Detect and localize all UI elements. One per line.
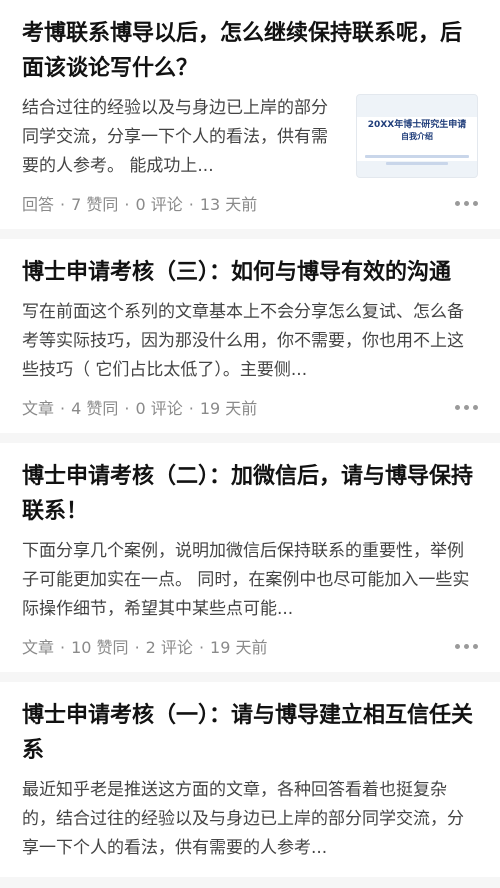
feed-card[interactable]: 博士申请考核（二）：加微信后，请与博导保持联系！ 下面分享几个案例，说明加微信后… — [0, 443, 500, 672]
card-excerpt[interactable]: 写在前面这个系列的文章基本上不会分享怎么复试、怎么备考等实际技巧，因为那没什么用… — [22, 298, 478, 385]
feed-card[interactable]: 博士申请考核（三）：如何与博导有效的沟通 写在前面这个系列的文章基本上不会分享怎… — [0, 239, 500, 433]
card-meta: 回答 · 7 赞同 · 0 评论 · 13 天前 — [22, 191, 478, 215]
card-excerpt[interactable]: 结合过往的经验以及与身边已上岸的部分同学交流，分享一下个人的看法，供有需要的人参… — [22, 94, 342, 181]
meta-separator: · — [188, 399, 194, 418]
content-type: 文章 — [22, 399, 55, 418]
thumbnail-title: 20XX年博士研究生申请 — [367, 120, 467, 130]
card-title[interactable]: 博士申请考核（三）：如何与博导有效的沟通 — [22, 255, 478, 290]
card-title[interactable]: 考博联系博导以后，怎么继续保持联系呢，后面该谈论写什么？ — [22, 16, 478, 86]
meta-separator: · — [134, 638, 140, 657]
card-body: 结合过往的经验以及与身边已上岸的部分同学交流，分享一下个人的看法，供有需要的人参… — [22, 94, 478, 181]
more-options-icon[interactable] — [449, 401, 478, 414]
thumbnail-subtitle: 自我介绍 — [401, 132, 433, 141]
card-body: 下面分享几个案例，说明加微信后保持联系的重要性，举例子可能更加实在一点。 同时，… — [22, 537, 478, 624]
thumbnail-text-lines — [365, 151, 469, 169]
meta-text: 文章 · 4 赞同 · 0 评论 · 19 天前 — [22, 395, 449, 419]
card-body: 最近知乎老是推送这方面的文章，各种回答看着也挺复杂的，结合过往的经验以及与身边已… — [22, 776, 478, 863]
meta-text: 文章 · 10 赞同 · 2 评论 · 19 天前 — [22, 634, 449, 658]
comment-count: 0 评论 — [135, 195, 183, 214]
more-options-icon[interactable] — [449, 197, 478, 210]
card-title[interactable]: 博士申请考核（二）：加微信后，请与博导保持联系！ — [22, 459, 478, 529]
more-options-icon[interactable] — [449, 640, 478, 653]
card-meta: 文章 · 4 赞同 · 0 评论 · 19 天前 — [22, 395, 478, 419]
post-time: 13 天前 — [199, 195, 258, 214]
feed-card[interactable]: 考博联系博导以后，怎么继续保持联系呢，后面该谈论写什么？ 结合过往的经验以及与身… — [0, 0, 500, 229]
meta-separator: · — [188, 195, 194, 214]
like-count: 7 赞同 — [71, 195, 119, 214]
comment-count: 0 评论 — [135, 399, 183, 418]
content-feed: 考博联系博导以后，怎么继续保持联系呢，后面该谈论写什么？ 结合过往的经验以及与身… — [0, 0, 500, 877]
card-meta: 文章 · 10 赞同 · 2 评论 · 19 天前 — [22, 634, 478, 658]
card-excerpt[interactable]: 下面分享几个案例，说明加微信后保持联系的重要性，举例子可能更加实在一点。 同时，… — [22, 537, 478, 624]
card-body: 写在前面这个系列的文章基本上不会分享怎么复试、怎么备考等实际技巧，因为那没什么用… — [22, 298, 478, 385]
content-type: 回答 — [22, 195, 55, 214]
meta-separator: · — [124, 195, 130, 214]
card-title[interactable]: 博士申请考核（一）：请与博导建立相互信任关系 — [22, 698, 478, 768]
post-time: 19 天前 — [210, 638, 268, 657]
like-count: 10 赞同 — [71, 638, 129, 657]
thumbnail-line — [385, 162, 449, 165]
feed-card[interactable]: 博士申请考核（一）：请与博导建立相互信任关系 最近知乎老是推送这方面的文章，各种… — [0, 682, 500, 877]
thumbnail-line — [365, 155, 469, 158]
content-type: 文章 — [22, 638, 55, 657]
meta-separator: · — [60, 399, 66, 418]
meta-separator: · — [60, 638, 66, 657]
meta-separator: · — [60, 195, 66, 214]
comment-count: 2 评论 — [145, 638, 193, 657]
meta-separator: · — [198, 638, 205, 657]
like-count: 4 赞同 — [71, 399, 119, 418]
meta-separator: · — [124, 399, 130, 418]
post-time: 19 天前 — [199, 399, 258, 418]
meta-text: 回答 · 7 赞同 · 0 评论 · 13 天前 — [22, 191, 449, 215]
card-thumbnail[interactable]: 20XX年博士研究生申请 自我介绍 — [356, 94, 478, 178]
card-excerpt[interactable]: 最近知乎老是推送这方面的文章，各种回答看着也挺复杂的，结合过往的经验以及与身边已… — [22, 776, 478, 863]
